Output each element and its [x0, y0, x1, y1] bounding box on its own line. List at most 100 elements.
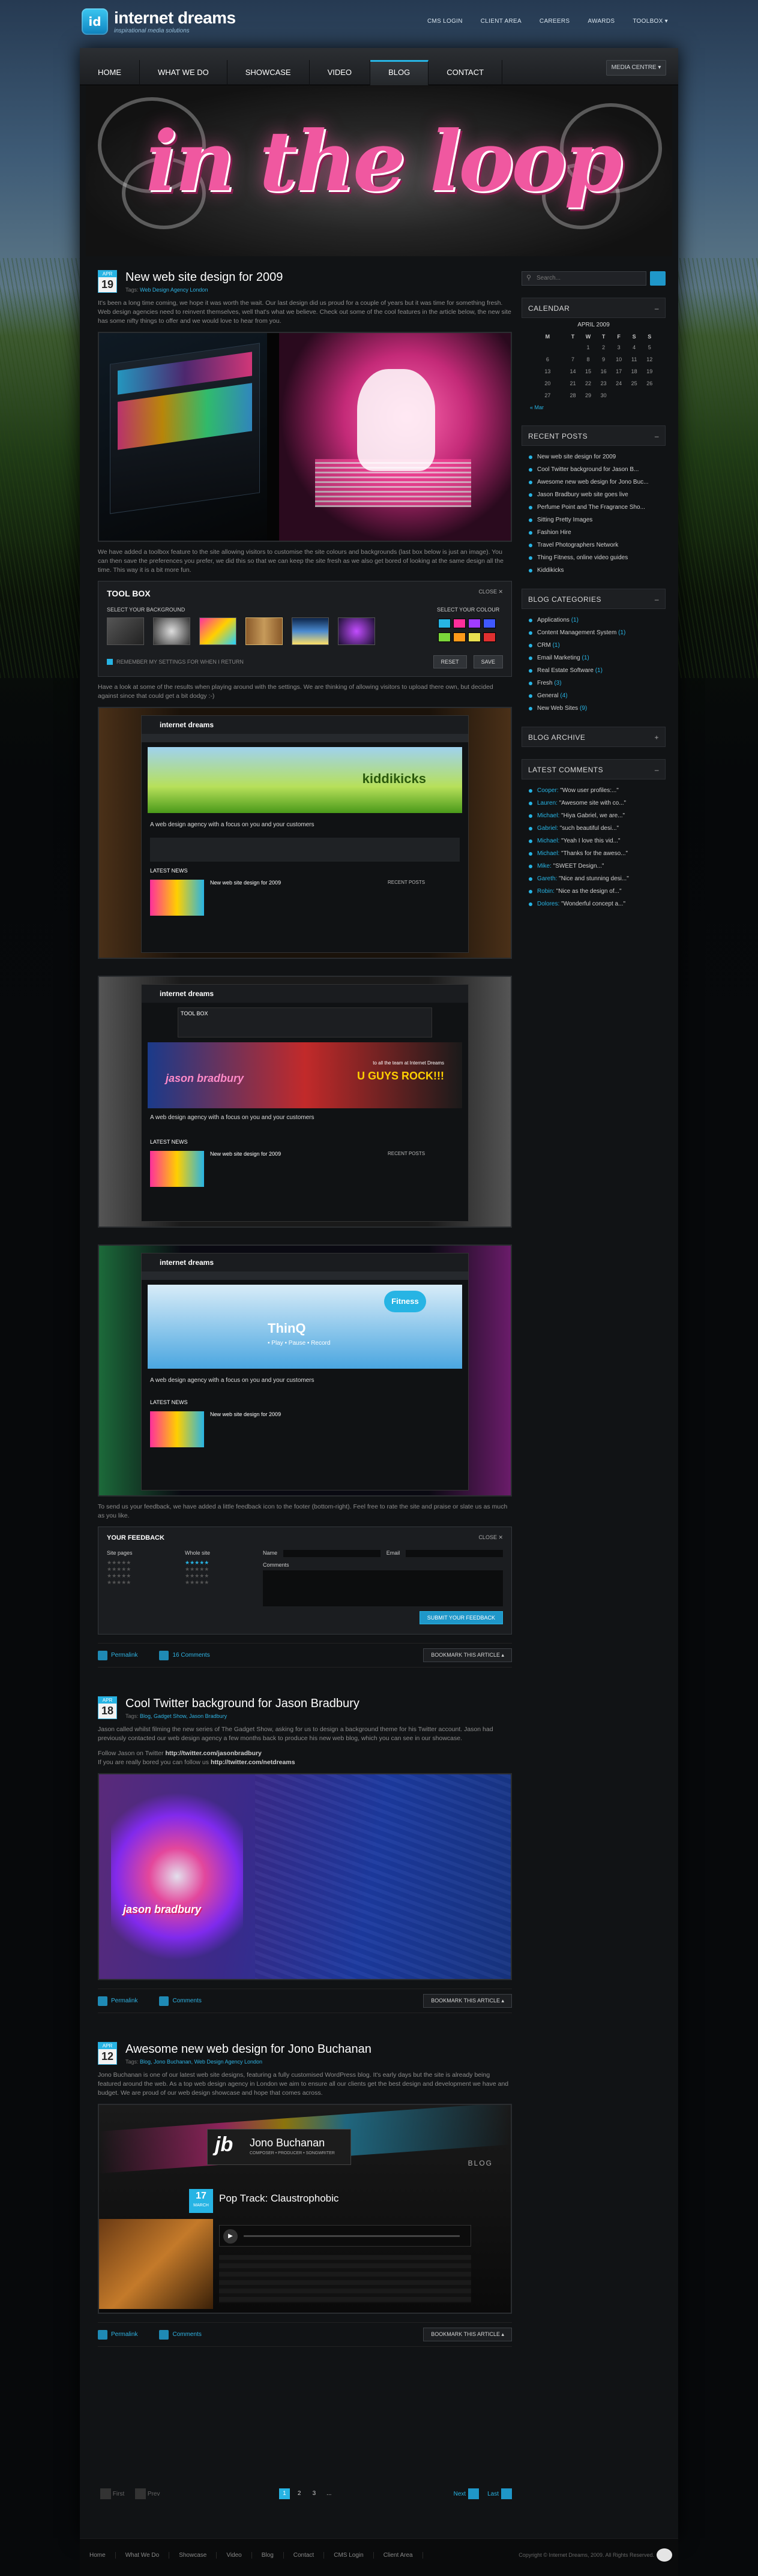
- toolbox-colour-swatch[interactable]: [468, 619, 481, 628]
- nav-item-showcase[interactable]: SHOWCASE: [227, 60, 310, 85]
- comment-item[interactable]: Lauren: "Awesome site with co...": [528, 797, 666, 809]
- page-link-current[interactable]: 1: [278, 2488, 290, 2499]
- category-item[interactable]: CRM (1): [528, 639, 666, 652]
- toolbox-bg-thumb[interactable]: [153, 617, 191, 645]
- collapse-icon[interactable]: –: [655, 760, 659, 780]
- calendar-day[interactable]: 28: [565, 389, 581, 401]
- footer-link-cms-login[interactable]: CMS Login: [324, 2552, 374, 2559]
- calendar-day[interactable]: 10: [611, 353, 627, 365]
- search-input[interactable]: ⚲ Search...: [522, 271, 646, 286]
- expand-icon[interactable]: +: [654, 727, 659, 748]
- calendar-day[interactable]: 13: [530, 365, 565, 377]
- toolbox-bg-thumb[interactable]: [338, 617, 376, 645]
- calendar-day[interactable]: 20: [530, 377, 565, 389]
- post-tag-links[interactable]: Web Design Agency London: [140, 287, 208, 293]
- toolbox-colour-swatch[interactable]: [438, 632, 451, 642]
- permalink-link[interactable]: Permalink: [98, 2329, 137, 2340]
- toplink-careers[interactable]: CAREERS: [540, 18, 570, 25]
- footer-link-what-we-do[interactable]: What We Do: [116, 2552, 170, 2559]
- category-item[interactable]: Content Management System (1): [528, 626, 666, 639]
- toolbox-bg-thumb[interactable]: [107, 617, 144, 645]
- calendar-day[interactable]: 24: [611, 377, 627, 389]
- category-item[interactable]: Real Estate Software (1): [528, 664, 666, 677]
- calendar-day[interactable]: 17: [611, 365, 627, 377]
- search-submit-button[interactable]: [650, 271, 666, 286]
- comment-item[interactable]: Michael: "Thanks for the aweso...": [528, 847, 666, 860]
- calendar-day[interactable]: 12: [642, 353, 657, 365]
- comment-item[interactable]: Gabriel: "such beautiful desi...": [528, 822, 666, 835]
- permalink-link[interactable]: Permalink: [98, 1996, 137, 2006]
- recent-post-item[interactable]: New web site design for 2009: [528, 451, 666, 463]
- next-page-link[interactable]: Next: [454, 2488, 480, 2499]
- calendar-day[interactable]: 29: [580, 389, 596, 401]
- comment-item[interactable]: Michael: "Hiya Gabriel, we are...": [528, 809, 666, 822]
- toplink-awards[interactable]: AWARDS: [588, 18, 615, 25]
- last-page-link[interactable]: Last: [487, 2488, 512, 2499]
- comments-link[interactable]: Comments: [159, 1996, 202, 2006]
- site-logo[interactable]: id internet dreams inspirational media s…: [82, 8, 236, 35]
- bookmark-button[interactable]: BOOKMARK THIS ARTICLE ▴: [423, 1648, 512, 1662]
- footer-link-showcase[interactable]: Showcase: [169, 2552, 217, 2559]
- calendar-day[interactable]: « Mar: [530, 401, 565, 413]
- nav-item-blog[interactable]: BLOG: [370, 60, 429, 85]
- toolbox-bg-thumb[interactable]: [245, 617, 283, 645]
- toplink-cms-login[interactable]: CMS LOGIN: [427, 18, 463, 25]
- first-page-link[interactable]: First: [98, 2488, 124, 2499]
- media-centre-button[interactable]: MEDIA CENTRE ▾: [606, 60, 666, 76]
- collapse-icon[interactable]: –: [655, 426, 659, 446]
- post-tag-links[interactable]: Blog, Gadget Show, Jason Bradbury: [140, 1713, 227, 1719]
- comment-item[interactable]: Mike: "SWEET Design...": [528, 860, 666, 872]
- footer-link-home[interactable]: Home: [80, 2552, 116, 2559]
- calendar-day[interactable]: 25: [627, 377, 642, 389]
- comment-item[interactable]: Robin: "Nice as the design of...": [528, 885, 666, 898]
- category-item[interactable]: Email Marketing (1): [528, 652, 666, 664]
- page-link[interactable]: 3: [308, 2488, 319, 2499]
- feedback-submit-button[interactable]: SUBMIT YOUR FEEDBACK: [419, 1611, 503, 1624]
- comment-item[interactable]: Cooper: "Wow user profiles:...": [528, 784, 666, 797]
- category-item[interactable]: Applications (1): [528, 614, 666, 626]
- footer-link-video[interactable]: Video: [217, 2552, 252, 2559]
- toolbox-bg-thumb[interactable]: [292, 617, 329, 645]
- bookmark-button[interactable]: BOOKMARK THIS ARTICLE ▴: [423, 1994, 512, 2008]
- widget-archive-header[interactable]: BLOG ARCHIVE +: [522, 727, 666, 747]
- collapse-icon[interactable]: –: [655, 298, 659, 319]
- toolbox-colour-swatch[interactable]: [468, 632, 481, 642]
- comment-item[interactable]: Dolores: "Wonderful concept a...": [528, 898, 666, 910]
- calendar-day[interactable]: 4: [627, 341, 642, 353]
- recent-post-item[interactable]: Jason Bradbury web site goes live: [528, 488, 666, 501]
- nav-item-video[interactable]: VIDEO: [310, 60, 371, 85]
- calendar-day[interactable]: 27: [530, 389, 565, 401]
- toolbox-close-button[interactable]: CLOSE ✕: [478, 589, 503, 595]
- comment-item[interactable]: Gareth: "Nice and stunning desi...": [528, 872, 666, 885]
- post-title[interactable]: Awesome new web design for Jono Buchanan: [125, 2043, 371, 2056]
- recent-post-item[interactable]: Sitting Pretty Images: [528, 514, 666, 526]
- calendar-day[interactable]: 30: [596, 389, 612, 401]
- toolbox-save-button[interactable]: SAVE: [473, 655, 503, 668]
- twitter-link-netdreams[interactable]: http://twitter.com/netdreams: [211, 1759, 295, 1766]
- category-item[interactable]: Fresh (3): [528, 677, 666, 689]
- calendar-day[interactable]: 18: [627, 365, 642, 377]
- post-tag-links[interactable]: Blog, Jono Buchanan, Web Design Agency L…: [140, 2059, 262, 2065]
- calendar-day[interactable]: 11: [627, 353, 642, 365]
- calendar-day[interactable]: 9: [596, 353, 612, 365]
- feedback-bubble-icon[interactable]: [657, 2548, 672, 2562]
- footer-link-client-area[interactable]: Client Area: [374, 2552, 423, 2559]
- footer-link-contact[interactable]: Contact: [284, 2552, 325, 2559]
- category-item[interactable]: New Web Sites (9): [528, 702, 666, 715]
- page-link[interactable]: 2: [294, 2488, 305, 2499]
- comments-link[interactable]: Comments: [159, 2329, 202, 2340]
- nav-item-what-we-do[interactable]: WHAT WE DO: [140, 60, 227, 85]
- category-item[interactable]: General (4): [528, 689, 666, 702]
- widget-comments-header[interactable]: LATEST COMMENTS –: [522, 759, 666, 779]
- calendar-day[interactable]: 19: [642, 365, 657, 377]
- calendar-day[interactable]: 3: [611, 341, 627, 353]
- toplink-client-area[interactable]: CLIENT AREA: [481, 18, 522, 25]
- collapse-icon[interactable]: –: [655, 589, 659, 610]
- calendar-day[interactable]: 23: [596, 377, 612, 389]
- toolbox-bg-thumb[interactable]: [199, 617, 237, 645]
- recent-post-item[interactable]: Perfume Point and The Fragrance Sho...: [528, 501, 666, 514]
- prev-page-link[interactable]: Prev: [133, 2488, 160, 2499]
- post-title[interactable]: Cool Twitter background for Jason Bradbu…: [125, 1697, 359, 1711]
- toolbox-colour-swatch[interactable]: [483, 619, 496, 628]
- calendar-day[interactable]: 1: [580, 341, 596, 353]
